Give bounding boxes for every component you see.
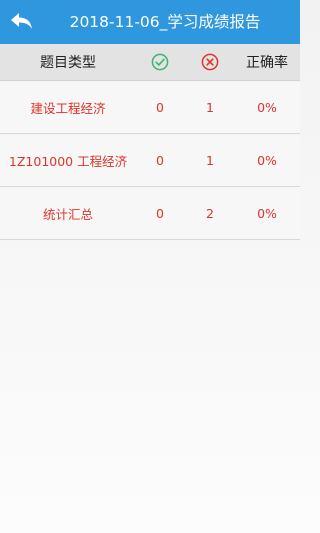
table-row[interactable]: 统计汇总 0 2 0% <box>0 188 300 240</box>
row-rate: 0% <box>257 100 277 115</box>
row-type: 1Z101000 工程经济 <box>8 154 128 169</box>
row-rate: 0% <box>257 153 277 168</box>
column-header-type: 题目类型 <box>40 55 96 71</box>
table-row[interactable]: 建设工程经济 0 1 0% <box>0 82 300 134</box>
x-circle-icon <box>201 53 219 71</box>
row-correct-count: 0 <box>156 100 164 115</box>
row-wrong-count: 1 <box>206 100 214 115</box>
row-correct-count: 0 <box>156 206 164 221</box>
column-header-wrong <box>186 44 234 80</box>
row-type: 建设工程经济 <box>30 101 106 116</box>
table-row[interactable]: 1Z101000 工程经济 0 1 0% <box>0 135 300 187</box>
check-circle-icon <box>151 53 169 71</box>
back-button[interactable] <box>6 6 38 38</box>
column-header-correct <box>136 44 184 80</box>
app-bar: 2018-11-06_学习成绩报告 <box>0 0 300 44</box>
page-title: 2018-11-06_学习成绩报告 <box>69 13 261 31</box>
row-correct-count: 0 <box>156 153 164 168</box>
row-wrong-count: 2 <box>206 206 214 221</box>
row-type: 统计汇总 <box>42 207 93 222</box>
column-header-rate: 正确率 <box>246 55 288 71</box>
row-rate: 0% <box>257 206 277 221</box>
back-arrow-icon <box>11 13 32 29</box>
table-header: 题目类型 正确率 <box>0 44 300 81</box>
row-wrong-count: 1 <box>206 153 214 168</box>
